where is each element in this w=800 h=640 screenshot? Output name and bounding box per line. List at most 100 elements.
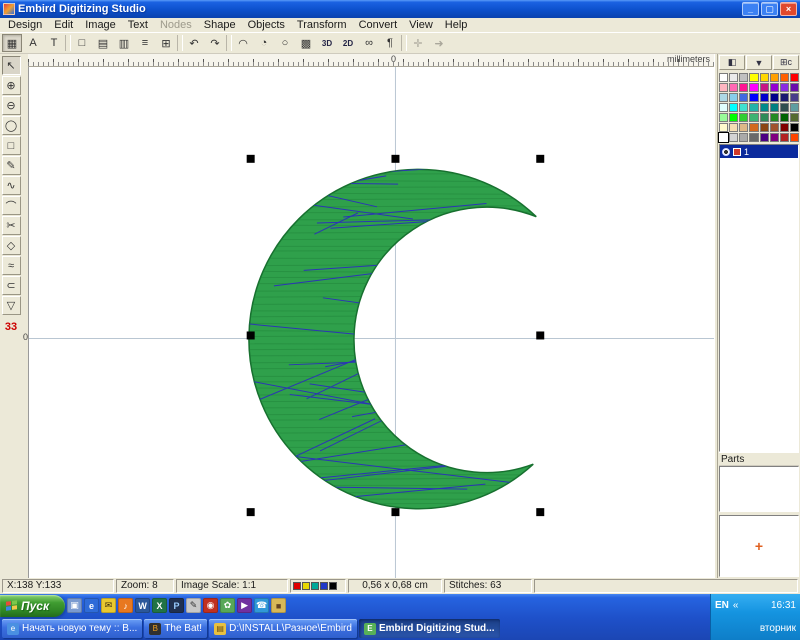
color-swatch[interactable] (719, 113, 728, 122)
toolbar-button[interactable] (401, 35, 407, 51)
color-swatch[interactable] (739, 123, 748, 132)
quick-launch-icon[interactable]: ✉ (101, 598, 116, 613)
quick-launch-icon[interactable]: ✿ (220, 598, 235, 613)
toolbar-button[interactable]: 2D (338, 34, 358, 52)
menu-item[interactable]: Transform (291, 19, 353, 31)
color-swatch[interactable] (790, 73, 799, 82)
tool-button[interactable]: □ (2, 136, 21, 155)
color-swatch[interactable] (749, 93, 758, 102)
tool-button[interactable]: ◇ (2, 236, 21, 255)
toolbar-button[interactable]: ⊞ (156, 34, 176, 52)
design-canvas[interactable] (28, 67, 714, 578)
menu-item[interactable]: Design (2, 19, 48, 31)
object-row[interactable]: 1 (720, 145, 798, 158)
color-swatch[interactable] (770, 83, 779, 92)
color-swatch[interactable] (770, 133, 779, 142)
taskbar-window-button[interactable]: ▤ D:\INSTALL\Разное\Embird (209, 619, 357, 638)
color-swatch[interactable] (749, 133, 758, 142)
color-swatch[interactable] (719, 133, 728, 142)
tray-collapse-chevron[interactable]: « (733, 600, 739, 611)
tool-button[interactable]: ◯ (2, 116, 21, 135)
quick-launch-icon[interactable]: e (84, 598, 99, 613)
color-swatch[interactable] (729, 73, 738, 82)
color-swatch[interactable] (780, 103, 789, 112)
toolbar-button[interactable]: T (44, 34, 64, 52)
toolbar-button[interactable]: ➜ (429, 34, 449, 52)
toolbar-button[interactable]: ▦ (2, 34, 22, 52)
toolbar-button[interactable]: ▩ (296, 34, 316, 52)
taskbar-window-button[interactable]: E Embird Digitizing Stud... (359, 619, 500, 638)
tool-button[interactable]: ▽ (2, 296, 21, 315)
color-swatch[interactable] (770, 93, 779, 102)
color-swatch[interactable] (790, 113, 799, 122)
color-swatch[interactable] (790, 133, 799, 142)
crescent-shape[interactable] (249, 169, 536, 508)
quick-launch-icon[interactable]: ✎ (186, 598, 201, 613)
color-swatch[interactable] (760, 103, 769, 112)
color-swatch[interactable] (780, 73, 789, 82)
toolbar-button[interactable]: 3D (317, 34, 337, 52)
color-swatch[interactable] (749, 113, 758, 122)
color-swatch[interactable] (739, 73, 748, 82)
color-swatch[interactable] (749, 83, 758, 92)
color-swatch[interactable] (790, 93, 799, 102)
color-swatch[interactable] (760, 73, 769, 82)
color-swatch[interactable] (739, 133, 748, 142)
toolbar-button[interactable]: ◠ (233, 34, 253, 52)
window-control-button[interactable]: ▢ (761, 2, 778, 16)
color-swatch[interactable] (719, 103, 728, 112)
color-swatch[interactable] (729, 123, 738, 132)
status-color-swatch[interactable] (302, 582, 310, 590)
color-swatch[interactable] (790, 123, 799, 132)
menu-item[interactable]: Image (79, 19, 122, 31)
selection-handle[interactable] (391, 155, 399, 163)
menu-item[interactable]: Convert (353, 19, 404, 31)
tool-button[interactable]: ✎ (2, 156, 21, 175)
color-swatch[interactable] (790, 103, 799, 112)
quick-launch-icon[interactable]: ♪ (118, 598, 133, 613)
palette-toolbar-button[interactable]: ▼ (746, 55, 772, 70)
toolbar-button[interactable]: ≡ (135, 34, 155, 52)
toolbar-button[interactable] (65, 35, 71, 51)
quick-launch-icon[interactable]: P (169, 598, 184, 613)
color-swatch[interactable] (760, 133, 769, 142)
selection-handle[interactable] (536, 508, 544, 516)
status-color-swatch[interactable] (329, 582, 337, 590)
color-swatch[interactable] (729, 113, 738, 122)
color-swatch[interactable] (739, 93, 748, 102)
color-swatch[interactable] (749, 73, 758, 82)
color-swatch[interactable] (760, 123, 769, 132)
menu-item[interactable]: Edit (48, 19, 79, 31)
color-swatch[interactable] (760, 113, 769, 122)
palette-toolbar-button[interactable]: ⊞c (773, 55, 799, 70)
menu-item[interactable]: View (403, 19, 439, 31)
status-color-swatch[interactable] (311, 582, 319, 590)
color-swatch[interactable] (739, 103, 748, 112)
selection-handle[interactable] (247, 331, 255, 339)
quick-launch-icon[interactable]: ☎ (254, 598, 269, 613)
tool-button[interactable]: ⊕ (2, 76, 21, 95)
color-swatch[interactable] (780, 123, 789, 132)
toolbar-button[interactable]: ▤ (93, 34, 113, 52)
status-color-swatch[interactable] (293, 582, 301, 590)
toolbar-button[interactable] (177, 35, 183, 51)
visibility-icon[interactable] (722, 148, 730, 156)
color-swatch[interactable] (770, 123, 779, 132)
color-swatch[interactable] (729, 93, 738, 102)
tool-button[interactable]: ✂ (2, 216, 21, 235)
palette-toolbar-button[interactable]: ◧ (719, 55, 745, 70)
color-swatch[interactable] (719, 123, 728, 132)
selection-handle[interactable] (536, 155, 544, 163)
taskbar-window-button[interactable]: e Начать новую тему :: В... (2, 619, 142, 638)
toolbar-button[interactable]: ▥ (114, 34, 134, 52)
toolbar-button[interactable]: ○ (275, 34, 295, 52)
language-indicator[interactable]: EN (715, 600, 729, 611)
menu-item[interactable]: Help (439, 19, 474, 31)
toolbar-button[interactable]: ◔ (254, 34, 274, 52)
toolbar-button[interactable] (226, 35, 232, 51)
tool-button[interactable]: ↖ (2, 56, 21, 75)
color-swatch[interactable] (790, 83, 799, 92)
color-swatch[interactable] (770, 113, 779, 122)
color-swatch[interactable] (749, 103, 758, 112)
color-swatch[interactable] (719, 73, 728, 82)
